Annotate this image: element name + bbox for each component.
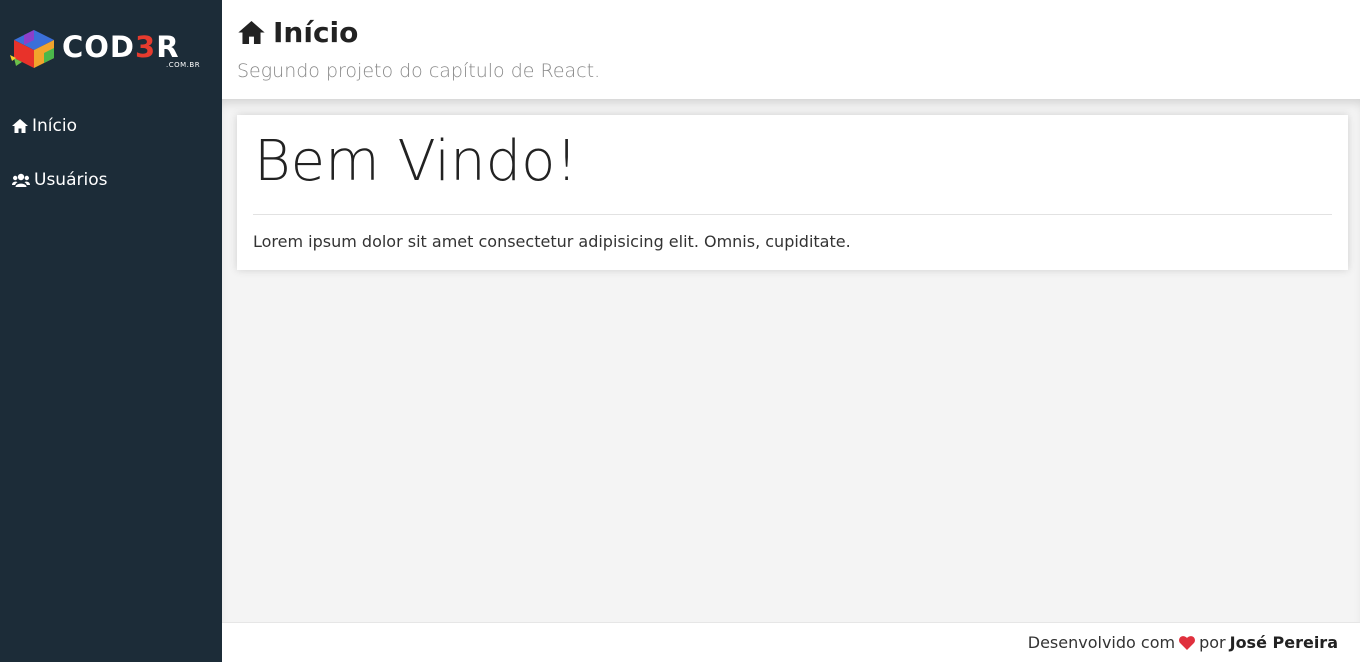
sidebar-item-usuarios[interactable]: Usuários [0, 158, 222, 202]
home-icon [238, 20, 265, 44]
app-root: COD3R .COM.BR Início Usuários Início Seg… [0, 0, 1360, 662]
logo-text-accent: 3 [135, 30, 157, 64]
heart-icon [1179, 635, 1196, 650]
users-icon [12, 173, 30, 187]
welcome-text: Lorem ipsum dolor sit amet consectetur a… [253, 232, 851, 251]
logo-text: COD3R [62, 30, 180, 64]
footer-credits: Desenvolvido com por José Pereira [1028, 633, 1338, 652]
logo-text-main: COD [62, 30, 136, 64]
logo-cube-icon [10, 30, 54, 68]
sidebar-item-label: Início [32, 116, 77, 136]
footer: Desenvolvido com por José Pereira [222, 622, 1360, 662]
footer-middle: por [1199, 633, 1226, 652]
footer-prefix: Desenvolvido com [1027, 633, 1176, 652]
footer-author: José Pereira [1229, 633, 1338, 652]
logo[interactable]: COD3R .COM.BR [0, 0, 222, 98]
home-icon [12, 119, 28, 133]
main-content: Bem Vindo! Lorem ipsum dolor sit amet co… [222, 99, 1360, 622]
welcome-card: Bem Vindo! Lorem ipsum dolor sit amet co… [237, 115, 1348, 270]
divider [253, 214, 1332, 215]
page-title-text: Início [273, 15, 359, 49]
page-title: Início [238, 14, 358, 50]
page-header: Início Segundo projeto do capítulo de Re… [222, 0, 1360, 99]
sidebar-menu: Início Usuários [0, 104, 222, 212]
sidebar-item-label: Usuários [34, 170, 108, 190]
page-subtitle: Segundo projeto do capítulo de React. [237, 60, 601, 82]
welcome-title: Bem Vindo! [254, 129, 578, 194]
logo-subtext: .COM.BR [166, 61, 201, 69]
sidebar-item-inicio[interactable]: Início [0, 104, 222, 148]
logo-text-end: R [156, 30, 180, 64]
sidebar: COD3R .COM.BR Início Usuários [0, 0, 222, 662]
